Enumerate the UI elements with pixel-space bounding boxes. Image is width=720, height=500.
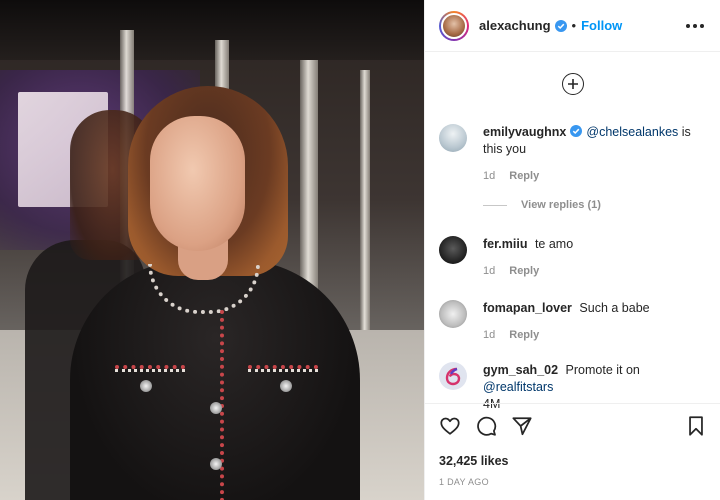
comment-item: fer.miiu te amo 1d Reply (425, 236, 720, 280)
view-replies-button[interactable]: View replies (1) (483, 199, 601, 211)
subject-face (150, 116, 245, 251)
commenter-username[interactable]: emilyvaughnx (483, 125, 566, 139)
comment-body: fer.miiu te amo 1d Reply (483, 236, 573, 280)
jacket-button (210, 402, 222, 414)
reply-button[interactable]: Reply (509, 168, 539, 185)
send-icon[interactable] (511, 415, 533, 437)
plus-circle-icon[interactable] (561, 73, 584, 95)
heart-icon[interactable] (439, 415, 461, 437)
comment-mention[interactable]: @chelsealankes (586, 125, 678, 139)
verified-badge-icon (570, 125, 583, 137)
comment-body: emilyvaughnx @chelsealankes is this you 1… (483, 124, 705, 185)
reply-button[interactable]: Reply (509, 327, 539, 344)
commenter-logo-icon (445, 367, 461, 386)
comment-body: fomapan_lover Such a babe 1d Reply (483, 300, 650, 344)
view-replies-label: View replies (1) (521, 199, 601, 211)
bookmark-icon[interactable] (685, 415, 707, 437)
comment-meta: 1d Reply (483, 327, 650, 344)
post-header: alexachung • Follow (425, 0, 720, 52)
jacket-button (280, 380, 292, 392)
post-actions-bar (425, 403, 720, 447)
load-more-comments (425, 52, 720, 116)
comment-age: 1d (483, 170, 496, 182)
instagram-post-modal: alexachung • Follow emilyvaughnx @chelsea… (0, 0, 720, 500)
photo-subject (70, 80, 370, 500)
comment-item: fomapan_lover Such a babe 1d Reply (425, 300, 720, 344)
post-side-panel: alexachung • Follow emilyvaughnx @chelsea… (424, 0, 720, 500)
commenter-avatar[interactable] (439, 236, 467, 264)
author-username[interactable]: alexachung (479, 18, 551, 33)
comment-age: 1d (483, 265, 496, 277)
jacket-button (210, 458, 222, 470)
commenter-avatar[interactable] (439, 362, 467, 390)
comment-age: 1d (483, 329, 496, 341)
post-timestamp: 1 DAY AGO (439, 477, 489, 487)
follow-button[interactable]: Follow (581, 18, 622, 33)
comment-icon[interactable] (475, 415, 497, 437)
jacket-button (140, 380, 152, 392)
comment-text: te amo (534, 237, 574, 251)
author-avatar[interactable] (439, 10, 469, 41)
commenter-username[interactable]: fomapan_lover (483, 301, 572, 315)
comment-meta: 1d Reply (483, 168, 705, 185)
photo-ceiling (0, 0, 424, 60)
comment-meta: 1d Reply (483, 263, 573, 280)
commenter-avatar[interactable] (439, 300, 467, 328)
comment-text: Such a babe (579, 301, 650, 315)
comment-mention[interactable]: @realfitstars (483, 380, 553, 394)
ellipsis-icon[interactable] (682, 20, 708, 32)
verified-badge-icon (554, 19, 567, 32)
likes-count[interactable]: 32,425 likes (439, 454, 509, 468)
reply-button[interactable]: Reply (509, 263, 539, 280)
header-separator: • (571, 18, 577, 33)
post-photo[interactable] (0, 0, 424, 500)
comment-text: Promote it on (565, 363, 640, 377)
comment-item: emilyvaughnx @chelsealankes is this you 1… (425, 124, 720, 185)
commenter-username[interactable]: fer.miiu (483, 237, 527, 251)
commenter-username[interactable]: gym_sah_02 (483, 363, 558, 377)
view-replies-line (483, 204, 507, 206)
jacket-pocket-trim (115, 365, 185, 372)
commenter-avatar[interactable] (439, 124, 467, 152)
jacket-pocket-trim (248, 365, 318, 372)
